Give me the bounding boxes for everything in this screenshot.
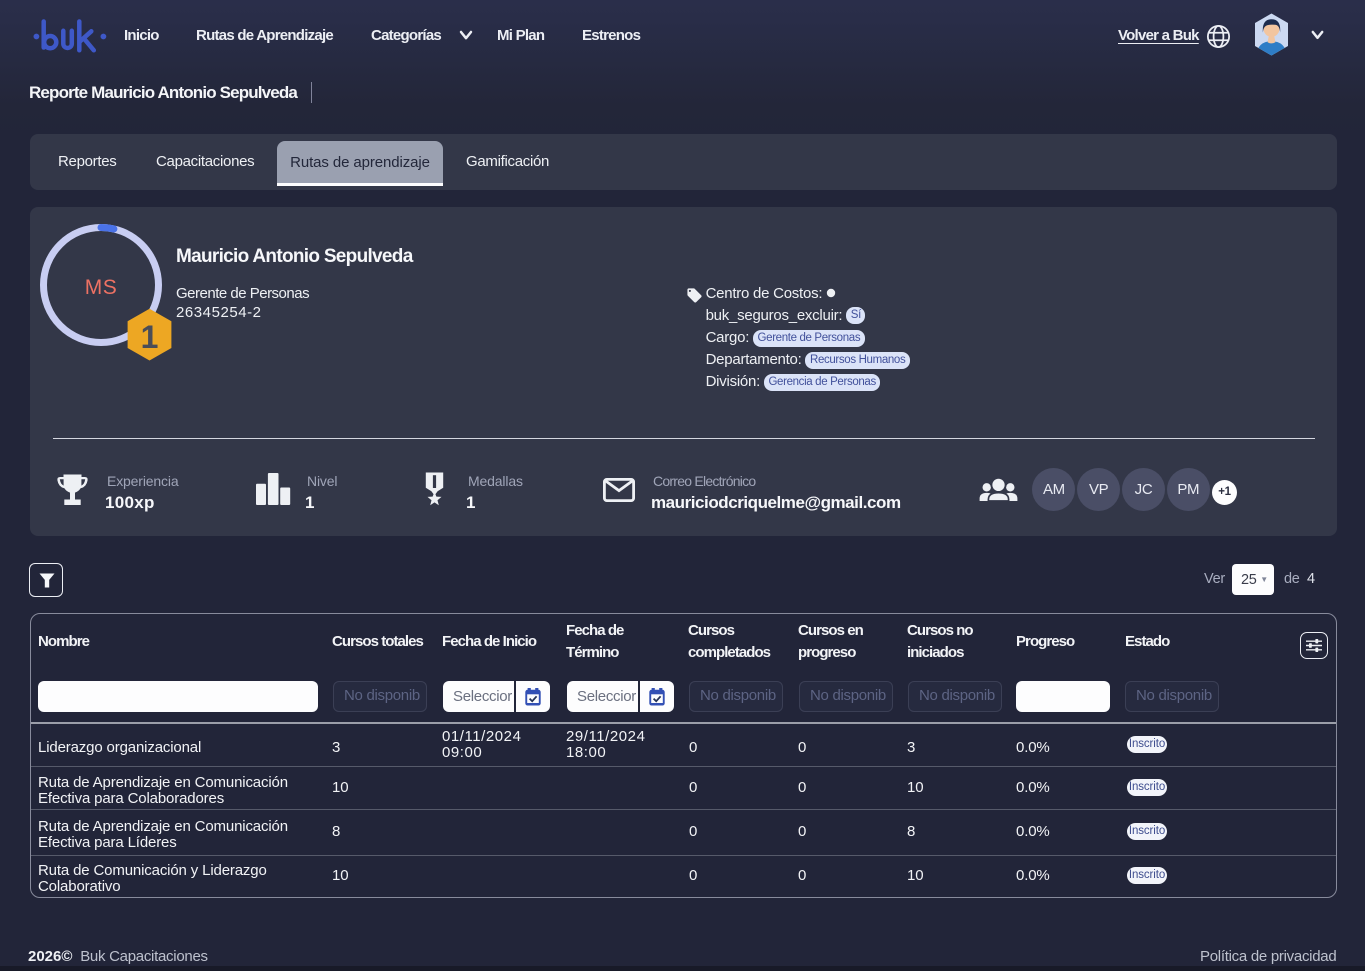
- svg-text:MS: MS: [85, 276, 118, 299]
- svg-text:1: 1: [141, 319, 159, 355]
